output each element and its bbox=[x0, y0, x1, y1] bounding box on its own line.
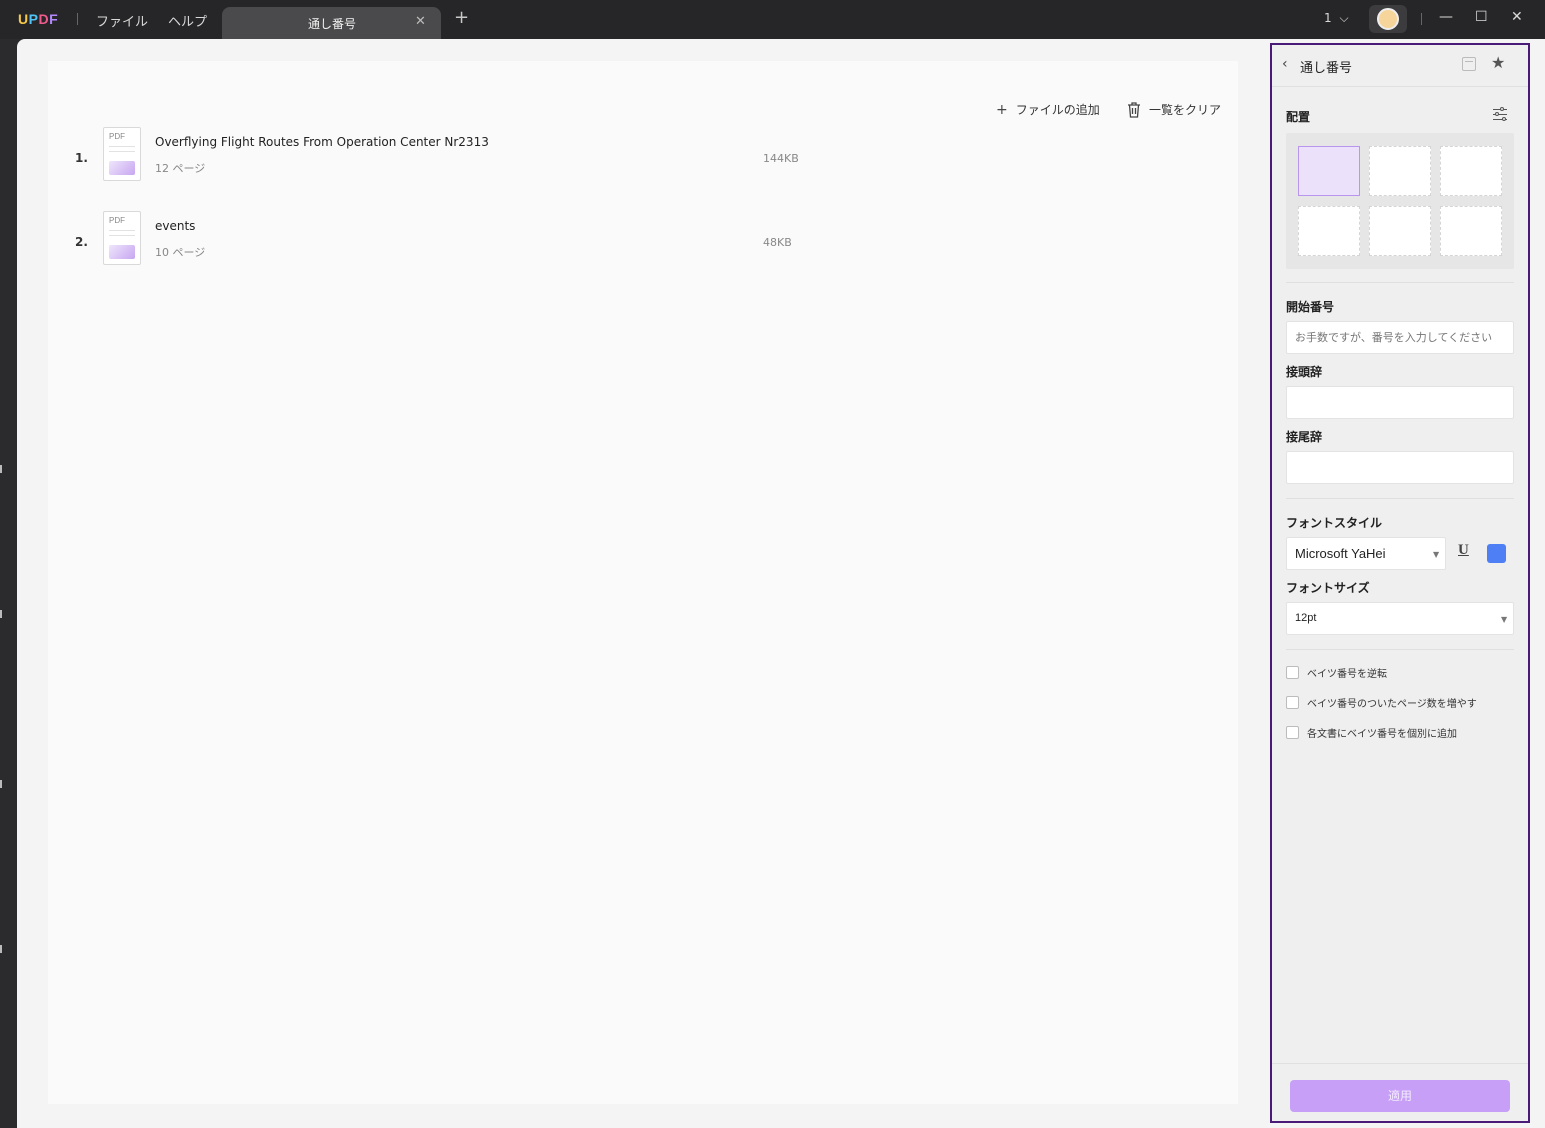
prefix-label: 接頭辞 bbox=[1286, 365, 1323, 379]
chevron-down-icon: ⌵ bbox=[1339, 11, 1349, 25]
page-count-dropdown[interactable]: 1 ⌵ bbox=[1324, 11, 1349, 26]
suffix-label: 接尾辞 bbox=[1286, 430, 1323, 444]
divider bbox=[1286, 498, 1514, 499]
file-index: 1. bbox=[75, 151, 88, 165]
placement-label: 配置 bbox=[1286, 110, 1311, 124]
apply-button[interactable]: 適用 bbox=[1290, 1080, 1510, 1112]
page-count-value: 1 bbox=[1324, 11, 1332, 25]
user-avatar-button[interactable] bbox=[1369, 5, 1407, 33]
divider bbox=[1286, 282, 1514, 283]
panel-title: 通し番号 bbox=[1300, 61, 1353, 76]
separator bbox=[1421, 13, 1422, 25]
clear-list-label: 一覧をクリア bbox=[1149, 103, 1222, 117]
checkbox-label: 各文書にベイツ番号を個別に追加 bbox=[1307, 729, 1457, 740]
add-file-button[interactable]: + ファイルの追加 bbox=[996, 101, 1100, 118]
list-item[interactable]: 1. PDF Overflying Flight Routes From Ope… bbox=[75, 127, 835, 187]
font-style-label: フォントスタイル bbox=[1286, 516, 1383, 530]
start-number-input[interactable] bbox=[1286, 321, 1514, 354]
divider bbox=[1286, 649, 1514, 650]
clear-list-button[interactable]: 一覧をクリア bbox=[1127, 101, 1221, 118]
increase-pages-checkbox-row[interactable]: ベイツ番号のついたページ数を増やす bbox=[1286, 695, 1477, 710]
file-list-panel: + ファイルの追加 一覧をクリア 1. PDF Overflying Fligh… bbox=[48, 61, 1238, 1104]
pdf-file-icon: PDF bbox=[103, 211, 141, 265]
back-chevron-icon[interactable]: ‹ bbox=[1282, 56, 1288, 72]
star-icon[interactable]: ★ bbox=[1491, 53, 1505, 72]
caret-down-icon: ▼ bbox=[1501, 615, 1508, 624]
menu-help[interactable]: ヘルプ bbox=[168, 11, 207, 30]
checkbox-label: ベイツ番号のついたページ数を増やす bbox=[1307, 699, 1477, 710]
file-name: events bbox=[155, 219, 196, 233]
pdf-file-icon: PDF bbox=[103, 127, 141, 181]
suffix-input[interactable] bbox=[1286, 451, 1514, 484]
tab-title: 通し番号 bbox=[308, 17, 357, 31]
separator bbox=[77, 13, 78, 25]
font-family-value: Microsoft YaHei bbox=[1295, 546, 1386, 561]
divider bbox=[1272, 1063, 1528, 1064]
file-pages: 10 ページ bbox=[155, 246, 206, 259]
menu-file[interactable]: ファイル bbox=[96, 11, 148, 30]
checkbox[interactable] bbox=[1286, 696, 1299, 709]
checkbox[interactable] bbox=[1286, 726, 1299, 739]
minimize-button[interactable]: — bbox=[1439, 9, 1453, 25]
file-pages: 12 ページ bbox=[155, 162, 206, 175]
font-color-swatch[interactable] bbox=[1487, 544, 1506, 563]
panel-header: ‹ 通し番号 ★ bbox=[1272, 45, 1528, 87]
font-family-select[interactable]: Microsoft YaHei ▼ bbox=[1286, 537, 1446, 570]
maximize-button[interactable]: ☐ bbox=[1475, 9, 1488, 25]
individual-docs-checkbox-row[interactable]: 各文書にベイツ番号を個別に追加 bbox=[1286, 725, 1457, 740]
tab-close-icon[interactable]: ✕ bbox=[415, 14, 426, 29]
position-top-right[interactable] bbox=[1440, 146, 1502, 196]
edge-mark bbox=[0, 610, 2, 618]
checkbox[interactable] bbox=[1286, 666, 1299, 679]
reverse-bates-checkbox-row[interactable]: ベイツ番号を逆転 bbox=[1286, 665, 1387, 680]
file-index: 2. bbox=[75, 235, 88, 249]
position-grid bbox=[1286, 133, 1514, 269]
position-top-center[interactable] bbox=[1369, 146, 1431, 196]
edge-mark bbox=[0, 465, 2, 473]
font-size-value: 12pt bbox=[1295, 612, 1317, 624]
start-number-label: 開始番号 bbox=[1286, 300, 1335, 314]
updf-logo: UPDF bbox=[18, 11, 59, 27]
template-icon[interactable] bbox=[1462, 57, 1476, 71]
list-item[interactable]: 2. PDF events 10 ページ 48KB bbox=[75, 211, 835, 271]
add-file-label: ファイルの追加 bbox=[1015, 103, 1100, 117]
file-size: 48KB bbox=[763, 236, 792, 249]
position-bottom-left[interactable] bbox=[1298, 206, 1360, 256]
position-top-left[interactable] bbox=[1298, 146, 1360, 196]
close-window-button[interactable]: ✕ bbox=[1511, 9, 1523, 25]
tab-serial-number[interactable]: 通し番号 ✕ bbox=[222, 7, 441, 39]
position-bottom-center[interactable] bbox=[1369, 206, 1431, 256]
prefix-input[interactable] bbox=[1286, 386, 1514, 419]
plus-icon: + bbox=[996, 101, 1008, 118]
avatar bbox=[1377, 8, 1399, 30]
underline-button[interactable]: U bbox=[1458, 542, 1469, 559]
font-size-select[interactable]: 12pt ▼ bbox=[1286, 602, 1514, 635]
edge-mark bbox=[0, 780, 2, 788]
caret-down-icon: ▼ bbox=[1433, 550, 1440, 559]
edge-mark bbox=[0, 945, 2, 953]
position-bottom-right[interactable] bbox=[1440, 206, 1502, 256]
title-bar: UPDF ファイル ヘルプ 通し番号 ✕ + 1 ⌵ — ☐ ✕ bbox=[0, 0, 1545, 39]
new-tab-button[interactable]: + bbox=[454, 9, 469, 27]
serial-number-panel: ‹ 通し番号 ★ 配置 開始番号 接頭辞 接尾辞 フォントスタイル Micros… bbox=[1270, 43, 1530, 1123]
settings-sliders-icon[interactable] bbox=[1493, 107, 1509, 121]
trash-icon bbox=[1128, 101, 1140, 118]
file-name: Overflying Flight Routes From Operation … bbox=[155, 135, 489, 149]
file-size: 144KB bbox=[763, 152, 799, 165]
font-size-label: フォントサイズ bbox=[1286, 581, 1370, 595]
checkbox-label: ベイツ番号を逆転 bbox=[1307, 669, 1387, 680]
